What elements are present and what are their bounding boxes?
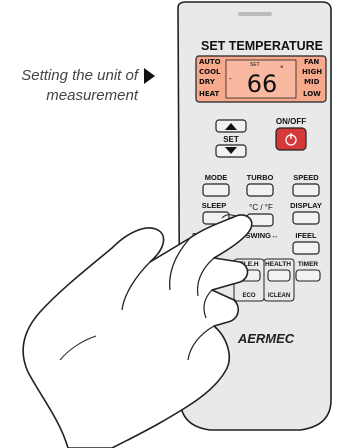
lcd-fan-low: LOW [303, 90, 321, 98]
lcd-mode-auto: AUTO [199, 58, 221, 66]
eco-label: ECO [242, 293, 255, 299]
lcd-dash: - [229, 74, 232, 83]
iclean-label: ICLEAN [268, 293, 290, 299]
speed-label: SPEED [293, 173, 319, 182]
onoff-label: ON/OFF [276, 117, 306, 126]
mode-label: MODE [205, 173, 228, 182]
swing-label: SWING↔ [246, 231, 279, 240]
ifeel-label: IFEEL [295, 231, 317, 240]
lcd-mode-heat: HEAT [199, 90, 220, 98]
lcd-fan-high: HIGH [302, 68, 322, 76]
sleep-label: SLEEP [202, 201, 227, 210]
timer-button[interactable] [295, 269, 321, 282]
lcd-mode-cool: COOL [199, 68, 221, 76]
celsius-fahrenheit-label: °C / °F [249, 203, 273, 212]
display-label: DISPLAY [290, 201, 322, 210]
speed-button[interactable] [292, 183, 320, 197]
health-label: HEALTH [265, 261, 291, 268]
health-button[interactable] [267, 269, 291, 282]
mode-button[interactable] [202, 183, 230, 197]
ifeel-button[interactable] [292, 241, 320, 255]
remote-illustration: SET TEMPERATURE AUTO COOL DRY HEAT FAN H… [22, 1, 332, 448]
set-temperature-title: SET TEMPERATURE [201, 39, 323, 53]
lcd-degree: ° [280, 64, 284, 74]
brand-logo: AERMEC [237, 331, 295, 346]
turbo-button[interactable] [246, 183, 274, 197]
lcd-mode-dry: DRY [199, 78, 216, 86]
lcd-set-indicator: SET [250, 62, 260, 68]
lcd-fan-mid: MID [304, 78, 320, 86]
lcd-fan: FAN [304, 58, 319, 66]
timer-label: TIMER [298, 261, 319, 268]
lcd-temperature-value: 66 [247, 70, 278, 98]
ir-emitter [238, 12, 272, 16]
set-label: SET [223, 135, 239, 144]
display-button[interactable] [292, 211, 320, 225]
turbo-label: TURBO [247, 173, 274, 182]
